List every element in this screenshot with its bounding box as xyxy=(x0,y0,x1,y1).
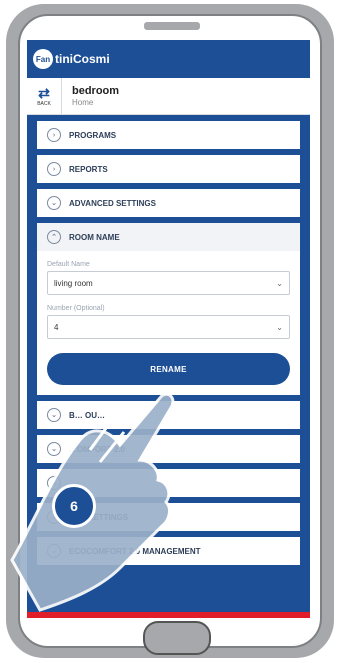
number-value: 4 xyxy=(54,322,59,332)
brand-logo: Fan tiniCosmi xyxy=(33,49,110,69)
phone-home-button[interactable] xyxy=(143,621,211,655)
default-name-value: living room xyxy=(54,278,93,288)
back-button[interactable]: ⇄ BACK xyxy=(27,78,62,114)
chevron-right-icon: › xyxy=(47,162,61,176)
menu-item-b-ou[interactable]: ⌄ B… OU… xyxy=(37,401,300,429)
rename-button[interactable]: RENAME xyxy=(47,353,290,385)
alert-bar xyxy=(27,612,310,618)
menu-item-label: PROGRAMS xyxy=(69,130,117,140)
menu-item-reports[interactable]: › REPORTS xyxy=(37,155,300,183)
menu-item-label: …OMFORT 2.0 xyxy=(69,444,126,454)
menu-item-label: REPORTS xyxy=(69,164,108,174)
step-badge: 6 xyxy=(52,484,96,528)
menu-item-label: B… OU… xyxy=(69,410,105,420)
chevron-up-icon: ⌃ xyxy=(47,230,61,244)
number-select[interactable]: 4 ⌄ xyxy=(47,315,290,339)
back-label: BACK xyxy=(37,100,51,107)
back-arrow-icon: ⇄ xyxy=(38,84,50,101)
default-name-label: Default Name xyxy=(47,261,90,268)
phone-speaker xyxy=(142,20,202,32)
room-title: bedroom xyxy=(72,85,120,97)
chevron-down-icon: ⌄ xyxy=(47,476,61,490)
chevron-down-icon: ⌄ xyxy=(47,408,61,422)
menu-item-label: ECOCOMFORT 2.0 MANAGEMENT xyxy=(69,546,201,556)
chevron-down-icon: ⌄ xyxy=(276,278,283,288)
menu-item-ecocomfort-management[interactable]: ⌄ ECOCOMFORT 2.0 MANAGEMENT xyxy=(37,537,300,565)
menu-item-label: ADVANCED SETTINGS xyxy=(69,198,156,208)
logo-mark: Fan xyxy=(33,49,53,69)
room-name-header[interactable]: ⌃ ROOM NAME xyxy=(37,223,300,251)
room-header: ⇄ BACK bedroom Home xyxy=(27,78,310,115)
menu-item-programs[interactable]: › PROGRAMS xyxy=(37,121,300,149)
room-name-panel: ⌃ ROOM NAME Default Name living room ⌄ N… xyxy=(37,223,300,395)
menu-item-advanced-settings[interactable]: ⌄ ADVANCED SETTINGS xyxy=(37,189,300,217)
app-screen: Fan tiniCosmi ⇄ BACK bedroom Home › PROG… xyxy=(27,40,310,618)
panel-title: ROOM NAME xyxy=(69,232,120,242)
room-subtitle: Home xyxy=(72,98,94,107)
chevron-down-icon: ⌄ xyxy=(276,322,283,332)
chevron-down-icon: ⌄ xyxy=(47,196,61,210)
chevron-down-icon: ⌄ xyxy=(47,442,61,456)
number-label: Number (Optional) xyxy=(47,305,105,312)
menu-item-comfort[interactable]: ⌄ …OMFORT 2.0 xyxy=(37,435,300,463)
default-name-select[interactable]: living room ⌄ xyxy=(47,271,290,295)
chevron-right-icon: › xyxy=(47,128,61,142)
logo-text: tiniCosmi xyxy=(55,52,110,66)
top-bar: Fan tiniCosmi xyxy=(27,40,310,78)
chevron-down-icon: ⌄ xyxy=(47,544,61,558)
